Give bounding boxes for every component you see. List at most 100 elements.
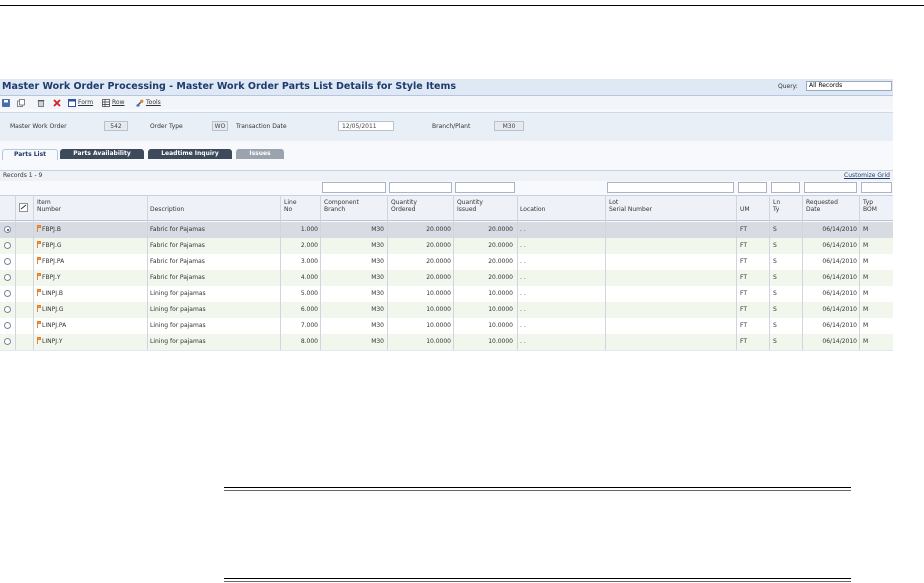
col-header-bom-type[interactable]: Typ BOM: [863, 199, 877, 213]
qbe-input[interactable]: [322, 182, 386, 193]
table-row[interactable]: LINPJ.B Lining for pajamas 5.000 M30 10.0000…: [0, 286, 893, 303]
form-menu[interactable]: Form: [68, 98, 93, 107]
col-header-component-branch[interactable]: Component Branch: [324, 199, 359, 213]
table-row[interactable]: LINPJ.Y Lining for pajamas 8.000 M30 10.0000…: [0, 334, 893, 351]
title-bar: Master Work Order Processing - Master Wo…: [0, 79, 893, 96]
row-select-radio[interactable]: [4, 290, 11, 297]
qbe-quantity-ordered[interactable]: [389, 182, 452, 193]
customize-grid-link[interactable]: Customize Grid: [844, 172, 890, 179]
qbe-input[interactable]: [607, 182, 734, 193]
col-header-line2: Ty: [773, 206, 780, 213]
query-select[interactable]: [806, 81, 892, 91]
tab-issues[interactable]: Issues: [236, 149, 284, 159]
cell-bom-type-text: M: [863, 338, 869, 345]
table-row[interactable]: FBPJ.B Fabric for Pajamas 1.000 M30 20.0000 2…: [0, 222, 893, 239]
application-window: Master Work Order Processing - Master Wo…: [0, 79, 893, 351]
cell-location-text: . .: [520, 258, 526, 265]
row-select-radio[interactable]: [4, 226, 11, 233]
item-flag-icon: [37, 241, 41, 248]
col-header-description[interactable]: Description: [150, 199, 184, 213]
cell-bom-type: M: [863, 270, 891, 286]
cell-description: Fabric for Pajamas: [150, 270, 280, 286]
qbe-um[interactable]: [738, 182, 767, 193]
cell-item-number-text: FBPJ.B: [42, 226, 61, 233]
tools-menu[interactable]: Tools: [136, 98, 161, 107]
tab-parts-availability[interactable]: Parts Availability: [60, 149, 144, 159]
cell-item-number: FBPJ.G: [37, 238, 145, 254]
cell-requested-date-text: 06/14/2010: [822, 258, 857, 265]
table-row[interactable]: FBPJ.Y Fabric for Pajamas 4.000 M30 20.0000 2…: [0, 270, 893, 287]
qbe-input[interactable]: [861, 182, 892, 193]
col-header-line1: Ln: [773, 199, 781, 206]
qbe-quantity-issued[interactable]: [455, 182, 515, 193]
column-divider: [33, 195, 34, 350]
cell-quantity-issued-text: 10.0000: [488, 306, 513, 313]
cell-location-text: . .: [520, 290, 526, 297]
row-select-radio[interactable]: [4, 338, 11, 345]
cell-um: FT: [740, 334, 768, 350]
qbe-input[interactable]: [389, 182, 452, 193]
row-menu-label: Row: [112, 99, 125, 106]
qbe-input[interactable]: [455, 182, 515, 193]
col-header-line1: Item: [37, 199, 51, 206]
col-header-requested-date[interactable]: Requested Date: [806, 199, 838, 213]
col-header-line-type[interactable]: Ln Ty: [773, 199, 780, 213]
master-work-order-field[interactable]: 542: [104, 121, 128, 131]
cell-component-branch-text: M30: [371, 322, 384, 329]
qbe-requested-date[interactable]: [804, 182, 857, 193]
col-header-lot-serial[interactable]: Lot Serial Number: [609, 199, 652, 213]
branch-plant-field[interactable]: M30: [494, 121, 524, 131]
col-header-line1: Quantity: [457, 199, 483, 206]
col-header-quantity-ordered[interactable]: Quantity Ordered: [391, 199, 417, 213]
cell-line-no: 8.000: [282, 334, 318, 350]
col-header-item-number[interactable]: Item Number: [37, 199, 61, 213]
master-work-order-label: Master Work Order: [10, 123, 67, 130]
cell-bom-type: M: [863, 286, 891, 302]
cell-line-no-text: 4.000: [300, 274, 318, 281]
order-type-field[interactable]: WO: [212, 121, 228, 131]
tab-parts-list[interactable]: Parts List: [2, 149, 58, 160]
cell-line-type: S: [773, 302, 801, 318]
qbe-line-type[interactable]: [771, 182, 800, 193]
col-header-um[interactable]: UM: [740, 199, 750, 213]
item-flag-icon: [37, 337, 41, 344]
cell-bom-type: M: [863, 222, 891, 238]
row-select-radio[interactable]: [4, 258, 11, 265]
row-select-radio[interactable]: [4, 322, 11, 329]
table-row[interactable]: LINPJ.PA Lining for pajamas 7.000 M30 10.000…: [0, 318, 893, 335]
table-row[interactable]: LINPJ.G Lining for pajamas 6.000 M30 10.0000…: [0, 302, 893, 319]
qbe-lot-serial[interactable]: [607, 182, 734, 193]
col-header-line-no[interactable]: Line No: [284, 199, 297, 213]
col-header-location[interactable]: Location: [520, 199, 545, 213]
qbe-input[interactable]: [738, 182, 767, 193]
transaction-date-field[interactable]: 12/05/2011: [338, 121, 394, 131]
cell-component-branch: M30: [322, 286, 384, 302]
col-header-quantity-issued[interactable]: Quantity Issued: [457, 199, 483, 213]
qbe-input[interactable]: [771, 182, 800, 193]
delete-button[interactable]: [37, 98, 47, 107]
cell-line-no-text: 8.000: [300, 338, 318, 345]
col-header-line1: Typ: [863, 199, 874, 206]
tab-leadtime-inquiry[interactable]: Leadtime Inquiry: [148, 149, 232, 159]
row-menu[interactable]: Row: [102, 98, 124, 107]
cell-component-branch: M30: [322, 302, 384, 318]
save-button[interactable]: [2, 98, 12, 107]
tools-menu-label: Tools: [146, 99, 161, 106]
cell-quantity-issued: 20.0000: [455, 222, 513, 238]
row-select-radio[interactable]: [4, 306, 11, 313]
cell-component-branch-text: M30: [371, 274, 384, 281]
col-header-line1: [150, 199, 184, 206]
select-all-icon[interactable]: [19, 203, 28, 212]
close-button[interactable]: [53, 98, 63, 107]
table-row[interactable]: FBPJ.PA Fabric for Pajamas 3.000 M30 20.0000…: [0, 254, 893, 271]
qbe-bom-type[interactable]: [861, 182, 892, 193]
window-title: Master Work Order Processing - Master Wo…: [2, 81, 457, 92]
cell-location: . .: [520, 238, 602, 254]
table-row[interactable]: FBPJ.G Fabric for Pajamas 2.000 M30 20.0000 2…: [0, 238, 893, 255]
qbe-component-branch[interactable]: [322, 182, 386, 193]
row-select-radio[interactable]: [4, 274, 11, 281]
cell-bom-type: M: [863, 318, 891, 334]
row-select-radio[interactable]: [4, 242, 11, 249]
qbe-input[interactable]: [804, 182, 857, 193]
copy-button[interactable]: [17, 98, 27, 107]
